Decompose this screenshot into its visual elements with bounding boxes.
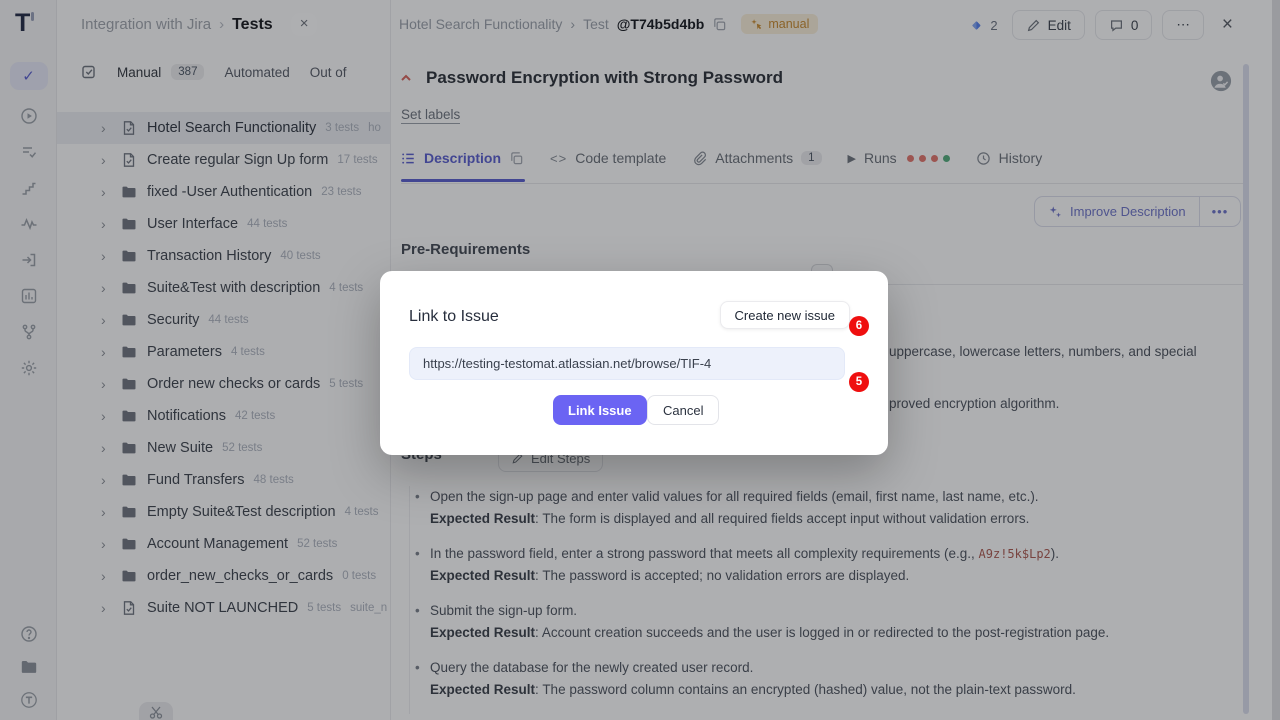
modal-title: Link to Issue [409, 308, 499, 326]
issue-url-input[interactable] [409, 347, 845, 380]
cancel-button[interactable]: Cancel [647, 395, 719, 425]
create-new-issue-button[interactable]: Create new issue [720, 301, 850, 329]
annotation-badge-6: 6 [849, 316, 869, 336]
link-to-issue-modal: Link to Issue Create new issue Link Issu… [380, 271, 888, 455]
link-issue-button[interactable]: Link Issue [553, 395, 647, 425]
annotation-badge-5: 5 [849, 372, 869, 392]
